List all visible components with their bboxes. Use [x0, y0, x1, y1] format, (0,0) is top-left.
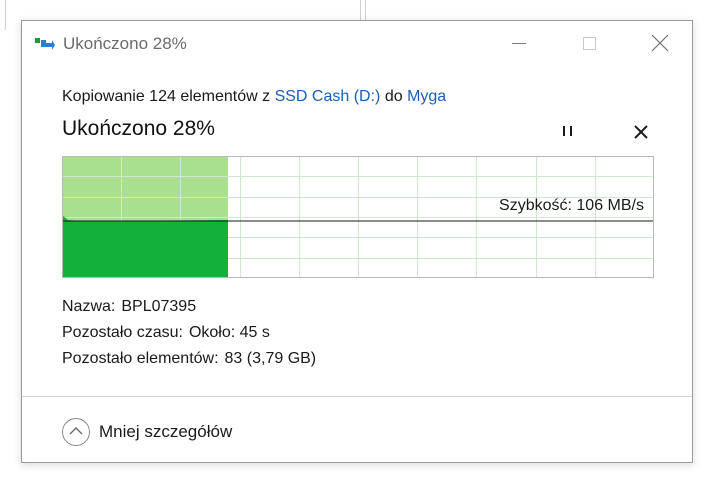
source-location-link[interactable]: SSD Cash (D:) [275, 88, 381, 105]
less-details-button[interactable]: Mniej szczegółów [62, 417, 232, 447]
close-icon [651, 34, 669, 52]
copy-progress-dialog: Ukończono 28% Kopiowanie 124 elementów z… [21, 20, 693, 463]
chevron-up-icon [62, 418, 90, 446]
copy-prefix-text: Kopiowanie 124 elementów z [62, 88, 275, 105]
destination-location-link[interactable]: Myga [407, 88, 446, 105]
time-remaining-row: Pozostało czasu: Około: 45 s [62, 323, 316, 349]
speed-graph-canvas [62, 156, 654, 278]
stop-button[interactable] [630, 121, 652, 143]
name-value: BPL07395 [121, 298, 197, 315]
dialog-footer: Mniej szczegółów [22, 396, 692, 464]
minimize-button[interactable] [504, 31, 534, 57]
name-label: Nazwa: [62, 298, 116, 315]
maximize-icon [583, 37, 596, 50]
copy-files-icon [35, 38, 55, 50]
pause-icon [563, 126, 572, 136]
window-title: Ukończono 28% [63, 34, 187, 53]
stop-icon [634, 125, 648, 139]
copy-middle-text: do [380, 88, 408, 105]
maximize-button[interactable] [575, 31, 605, 57]
background-window-edge [5, 0, 6, 30]
items-remaining-value: 83 (3,79 GB) [224, 350, 317, 367]
pause-button[interactable] [558, 121, 578, 141]
speed-label: Szybkość: 106 MB/s [499, 197, 644, 214]
speed-area [62, 215, 228, 278]
items-remaining-row: Pozostało elementów: 83 (3,79 GB) [62, 349, 316, 375]
title-bar: Ukończono 28% [22, 21, 692, 65]
time-remaining-value: Około: 45 s [188, 324, 270, 341]
less-details-label: Mniej szczegółów [99, 422, 233, 441]
progress-status-title: Ukończono 28% [62, 117, 215, 140]
items-remaining-label: Pozostało elementów: [62, 350, 219, 367]
time-remaining-label: Pozostało czasu: [62, 324, 183, 341]
close-window-button[interactable] [645, 31, 675, 57]
details-panel: Nazwa: BPL07395 Pozostało czasu: Około: 45… [62, 297, 316, 375]
name-row: Nazwa: BPL07395 [62, 297, 316, 323]
minimize-icon [512, 43, 526, 44]
copy-description: Kopiowanie 124 elementów z SSD Cash (D:)… [62, 88, 446, 106]
transfer-speed-graph: Szybkość: 106 MB/s [62, 156, 654, 278]
